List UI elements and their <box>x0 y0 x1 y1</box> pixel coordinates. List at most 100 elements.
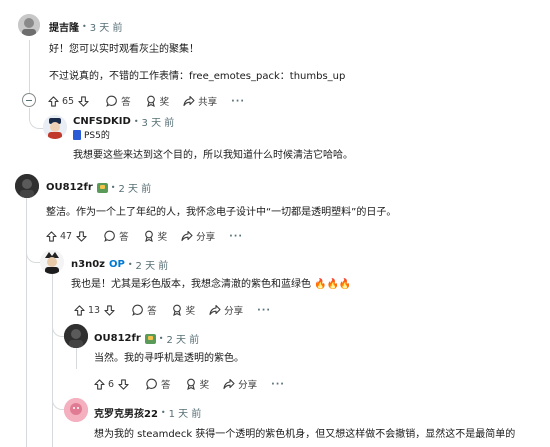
vote-count: 6 <box>108 378 115 390</box>
award-label: 奖 <box>157 232 168 243</box>
downvote-icon <box>118 378 129 390</box>
comment-actions: 6 答 奖 分享 ··· <box>94 377 285 391</box>
username[interactable]: OU812fr <box>46 182 93 193</box>
share-icon <box>183 95 195 107</box>
playstation-icon <box>73 129 81 140</box>
username[interactable]: 提吉隆 <box>49 19 79 34</box>
thread-elbow <box>29 108 44 129</box>
vote-count: 65 <box>62 95 75 107</box>
thread-elbow <box>52 393 65 410</box>
thread-elbow <box>26 246 41 263</box>
comment-body-line: 当然。我的寻呼机是透明的紫色。 <box>94 353 244 364</box>
reply-label: 答 <box>119 232 129 243</box>
upvote-button[interactable]: 65 <box>48 96 74 107</box>
reply-button[interactable]: 答 <box>146 377 171 391</box>
comment-header: 提吉隆 • 3 天 前 <box>49 19 122 34</box>
avatar[interactable] <box>64 324 88 348</box>
timestamp[interactable]: 2 天 前 <box>119 180 152 195</box>
upvote-button[interactable]: 13 <box>74 305 100 316</box>
comment-body-line: 不过说真的，不错的工作表情：free_emotes_pack：thumbs_up <box>49 71 346 82</box>
comment-actions: 47 答 奖 分享 ··· <box>46 229 243 243</box>
downvote-button[interactable] <box>76 230 90 242</box>
award-label: 奖 <box>199 380 210 391</box>
comment-icon <box>146 378 157 390</box>
username[interactable]: 克罗克男孩22 <box>94 405 158 420</box>
upvote-button[interactable]: 47 <box>46 231 72 242</box>
share-icon <box>181 230 193 242</box>
avatar[interactable] <box>40 250 64 274</box>
comment-header: OU812fr • 2 天 前 <box>46 180 151 195</box>
upvote-icon <box>46 230 57 242</box>
downvote-button[interactable] <box>78 95 92 107</box>
username[interactable]: OU812fr <box>94 333 141 344</box>
comment-icon <box>106 95 117 107</box>
comment-header: n3n0z OP • 2 天 前 <box>71 257 168 272</box>
thread-line <box>52 274 53 447</box>
avatar[interactable] <box>15 174 39 198</box>
downvote-icon <box>78 95 89 107</box>
comment-body-line: 好！您可以实时观看灰尘的聚集！ <box>49 44 199 55</box>
comment-body-text: 我也是！尤其是彩色版本，我想念清澈的紫色和蓝绿色 <box>71 279 311 290</box>
comment-body-line: 我也是！尤其是彩色版本，我想念清澈的紫色和蓝绿色 🔥🔥🔥 <box>71 278 351 292</box>
timestamp[interactable]: 3 天 前 <box>142 114 175 129</box>
avatar[interactable] <box>18 14 40 36</box>
more-options-button[interactable]: ··· <box>257 305 271 316</box>
reply-label: 答 <box>161 380 171 391</box>
upvote-icon <box>74 304 85 316</box>
downvote-button[interactable] <box>104 304 118 316</box>
downvote-button[interactable] <box>118 378 132 390</box>
flair-icon <box>144 333 156 344</box>
timestamp[interactable]: 3 天 前 <box>90 19 123 34</box>
more-options-button[interactable]: ··· <box>229 231 243 242</box>
reply-button[interactable]: 答 <box>104 229 129 243</box>
reply-label: 答 <box>147 306 157 317</box>
vote-count: 13 <box>88 304 101 316</box>
avatar[interactable] <box>43 115 67 139</box>
reply-button[interactable]: 答 <box>132 303 157 317</box>
username[interactable]: n3n0z <box>71 259 105 270</box>
upvote-icon <box>94 378 105 390</box>
timestamp[interactable]: 2 天 前 <box>167 331 200 346</box>
timestamp[interactable]: 2 天 前 <box>136 257 169 272</box>
comment-body-line: 我想要这些来达到这个目的，所以我知道什么时候清洁它哈哈。 <box>73 150 353 161</box>
separator-dot: • <box>158 334 164 343</box>
thread-line <box>26 197 27 447</box>
award-label: 奖 <box>159 97 170 108</box>
separator-dot: • <box>110 183 116 192</box>
share-button[interactable]: 分享 <box>181 229 215 243</box>
username[interactable]: CNFSDKID <box>73 116 131 127</box>
timestamp[interactable]: 1 天 前 <box>169 405 202 420</box>
user-flair: PS5的 <box>73 128 110 141</box>
more-options-button[interactable]: ··· <box>231 96 245 107</box>
comment-body-line: 想为我的 steamdeck 获得一个透明的紫色机身，但又想这样做不会撤销，显然… <box>94 429 516 440</box>
award-icon <box>186 378 195 390</box>
thread-line <box>29 40 30 94</box>
comment-header: 克罗克男孩22 • 1 天 前 <box>94 405 201 420</box>
share-icon <box>209 304 221 316</box>
avatar[interactable] <box>64 398 88 422</box>
thread-line <box>76 347 77 369</box>
comment-actions: 13 答 奖 分享 ··· <box>74 303 271 317</box>
reply-label: 答 <box>121 97 131 108</box>
share-button[interactable]: 分享 <box>223 377 257 391</box>
award-button[interactable]: 奖 <box>143 229 168 243</box>
separator-dot: • <box>127 260 133 269</box>
comment-icon <box>132 304 143 316</box>
share-label: 分享 <box>196 232 216 243</box>
separator-dot: • <box>133 117 139 126</box>
upvote-button[interactable]: 6 <box>94 379 114 390</box>
separator-dot: • <box>160 408 166 417</box>
award-button[interactable]: 奖 <box>185 377 210 391</box>
reply-button[interactable]: 答 <box>106 94 131 108</box>
comment-header: CNFSDKID • 3 天 前 <box>73 114 174 129</box>
collapse-thread-button[interactable] <box>22 93 36 107</box>
award-button[interactable]: 奖 <box>145 94 170 108</box>
share-button[interactable]: 分享 <box>209 303 243 317</box>
upvote-icon <box>48 95 59 107</box>
award-label: 奖 <box>185 306 196 317</box>
share-button[interactable]: 共享 <box>183 94 217 108</box>
more-options-button[interactable]: ··· <box>271 379 285 390</box>
downvote-icon <box>76 230 87 242</box>
award-button[interactable]: 奖 <box>171 303 196 317</box>
op-badge: OP <box>108 259 125 270</box>
